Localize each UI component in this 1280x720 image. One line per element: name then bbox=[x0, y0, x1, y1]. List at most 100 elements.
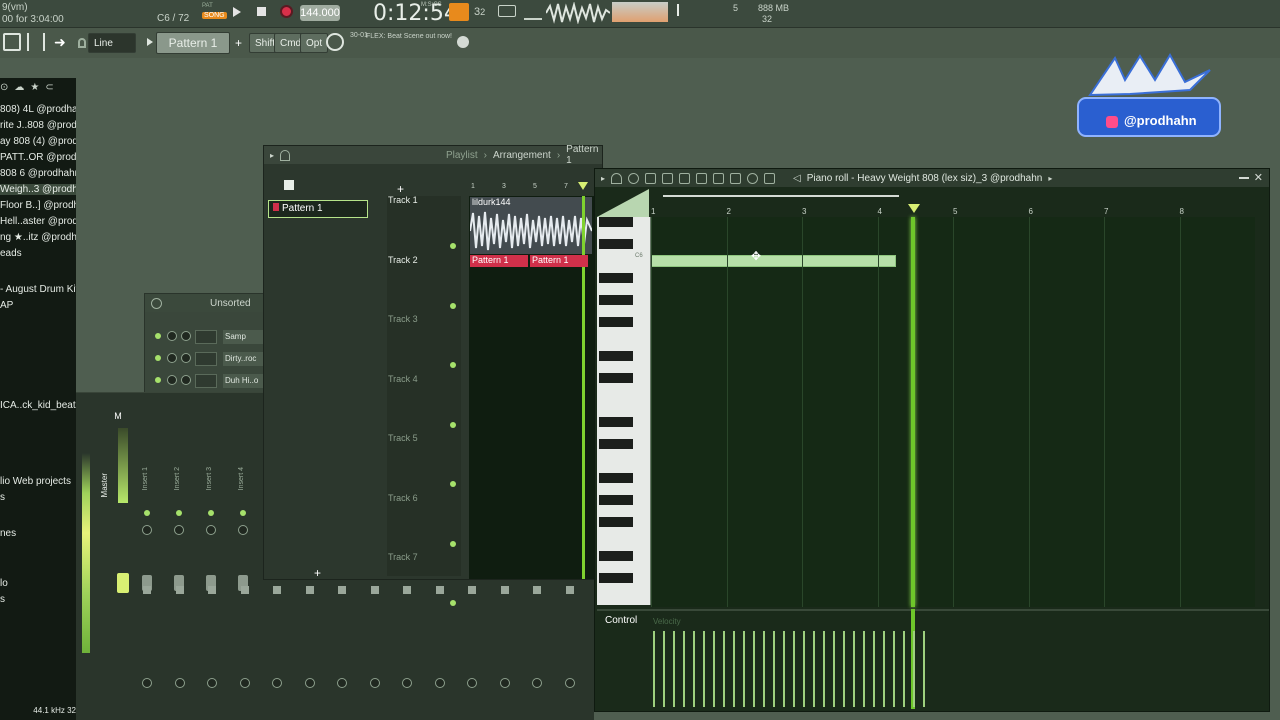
add-track-icon[interactable]: + bbox=[397, 182, 404, 196]
slot-handle[interactable] bbox=[565, 586, 574, 594]
pencil-icon[interactable] bbox=[645, 172, 657, 184]
channel-route[interactable] bbox=[195, 352, 217, 366]
add-pattern-icon[interactable]: + bbox=[235, 36, 242, 50]
playhead-line[interactable] bbox=[582, 196, 585, 579]
track-led[interactable] bbox=[450, 421, 456, 428]
record-icon[interactable] bbox=[280, 5, 293, 18]
control-param[interactable]: Velocity bbox=[653, 617, 681, 626]
send-knob[interactable] bbox=[239, 678, 250, 688]
insert-strip-label[interactable]: Insert 2 bbox=[174, 467, 181, 490]
track-name[interactable]: Track 5 bbox=[388, 433, 448, 443]
send-knob[interactable] bbox=[434, 678, 445, 688]
velocity-bar[interactable] bbox=[873, 631, 875, 707]
playback-icon[interactable] bbox=[764, 172, 776, 184]
velocity-bar[interactable] bbox=[673, 631, 675, 707]
slot-handle[interactable] bbox=[305, 586, 314, 594]
channel-pan-knob[interactable] bbox=[181, 331, 191, 341]
send-knob[interactable] bbox=[564, 678, 575, 688]
insert-led[interactable] bbox=[240, 510, 246, 516]
insert-led[interactable] bbox=[208, 510, 214, 516]
velocity-bar[interactable] bbox=[913, 631, 915, 707]
velocity-bar[interactable] bbox=[733, 631, 735, 707]
clock-display[interactable]: 0:12:54 bbox=[373, 1, 458, 26]
send-knob[interactable] bbox=[532, 678, 542, 688]
browser-icons[interactable]: ⊙☁★⊂ bbox=[0, 82, 76, 96]
opt-button[interactable]: Opt bbox=[300, 33, 329, 53]
velocity-bar[interactable] bbox=[683, 631, 685, 707]
slot-handle[interactable] bbox=[435, 586, 444, 594]
insert-strip-label[interactable]: Insert 3 bbox=[206, 467, 213, 490]
metronome-icon[interactable] bbox=[449, 3, 469, 21]
note-bar-808[interactable] bbox=[651, 255, 896, 267]
playhead-line[interactable] bbox=[911, 217, 915, 607]
touch-icon[interactable] bbox=[326, 33, 344, 51]
pattern-clip[interactable]: Pattern 1 bbox=[470, 255, 528, 267]
pattern-prev-icon[interactable] bbox=[147, 38, 153, 46]
insert-led[interactable] bbox=[144, 510, 150, 516]
black-key[interactable] bbox=[599, 551, 633, 561]
channel-volume-knob[interactable] bbox=[167, 331, 177, 341]
channel-pan-knob[interactable] bbox=[181, 375, 191, 385]
velocity-bar[interactable] bbox=[803, 631, 805, 707]
send-knob[interactable] bbox=[304, 678, 315, 688]
velocity-bar[interactable] bbox=[763, 631, 765, 707]
browser-item[interactable]: PATT..OR @prodhahn bbox=[0, 152, 76, 163]
track-led[interactable] bbox=[450, 540, 456, 547]
title-arrow-icon[interactable]: ▸ bbox=[1048, 174, 1052, 183]
collapse-icon[interactable]: ▸ bbox=[270, 151, 274, 160]
insert-pan-knob[interactable] bbox=[174, 525, 184, 535]
browser-item[interactable]: lo bbox=[0, 578, 76, 589]
velocity-bar[interactable] bbox=[653, 631, 655, 707]
magnet-icon[interactable] bbox=[78, 38, 86, 48]
master-fader[interactable] bbox=[117, 573, 129, 593]
insert-strip-label[interactable]: Insert 1 bbox=[142, 467, 149, 490]
browser-item[interactable]: eads bbox=[0, 248, 76, 259]
track-name[interactable]: Track 7 bbox=[388, 552, 448, 562]
news-icon[interactable] bbox=[457, 36, 469, 48]
black-key[interactable] bbox=[599, 217, 633, 227]
view-icon[interactable] bbox=[3, 33, 21, 51]
master-strip-label[interactable]: Master bbox=[100, 473, 109, 497]
browser-item[interactable]: Weigh..3 @prodhahn bbox=[0, 184, 76, 195]
slot-handle[interactable] bbox=[533, 586, 541, 594]
track-name[interactable]: Track 3 bbox=[388, 314, 448, 324]
paint-icon[interactable] bbox=[662, 172, 674, 184]
velocity-bar[interactable] bbox=[833, 631, 835, 707]
send-knob[interactable] bbox=[337, 678, 347, 688]
black-key[interactable] bbox=[599, 317, 633, 327]
slot-handle[interactable] bbox=[143, 586, 151, 594]
track-name[interactable]: Track 6 bbox=[388, 493, 448, 503]
slot-handle[interactable] bbox=[500, 586, 509, 594]
slot-handle[interactable] bbox=[240, 586, 249, 594]
magnet-icon[interactable] bbox=[611, 172, 623, 184]
black-key[interactable] bbox=[599, 417, 633, 427]
black-key[interactable] bbox=[599, 295, 633, 305]
browser-item[interactable]: Floor B..] @prodhahn bbox=[0, 200, 76, 211]
velocity-bar[interactable] bbox=[823, 631, 825, 707]
velocity-bar[interactable] bbox=[903, 631, 905, 707]
insert-pan-knob[interactable] bbox=[142, 525, 152, 535]
slot-handle[interactable] bbox=[468, 586, 476, 594]
browser-item[interactable]: 808) 4L @prodhahn bbox=[0, 104, 76, 115]
black-key[interactable] bbox=[599, 239, 633, 249]
velocity-bar[interactable] bbox=[843, 631, 845, 707]
velocity-bar[interactable] bbox=[923, 631, 925, 707]
breadcrumb-pattern[interactable]: Pattern 1 bbox=[566, 144, 602, 166]
velocity-bar[interactable] bbox=[753, 631, 755, 707]
pat-label[interactable]: PAT bbox=[202, 3, 213, 9]
tempo-tap-icon[interactable] bbox=[524, 4, 542, 20]
browser-item[interactable]: 808 6 @prodhahn bbox=[0, 168, 76, 179]
browser-item[interactable]: s bbox=[0, 492, 76, 503]
send-knob[interactable] bbox=[207, 678, 217, 688]
picker-pattern-item[interactable]: Pattern 1 bbox=[268, 200, 368, 218]
velocity-bar[interactable] bbox=[893, 631, 895, 707]
track-led[interactable] bbox=[450, 600, 456, 606]
slot-handle[interactable] bbox=[338, 586, 346, 594]
velocity-bar[interactable] bbox=[783, 631, 785, 707]
picker-icon[interactable] bbox=[284, 180, 294, 190]
black-key[interactable] bbox=[599, 351, 633, 361]
channel-led[interactable] bbox=[155, 377, 161, 383]
stop-icon[interactable] bbox=[257, 7, 266, 16]
slot-handle[interactable] bbox=[370, 586, 379, 594]
channel-button[interactable]: Samp bbox=[223, 330, 263, 344]
